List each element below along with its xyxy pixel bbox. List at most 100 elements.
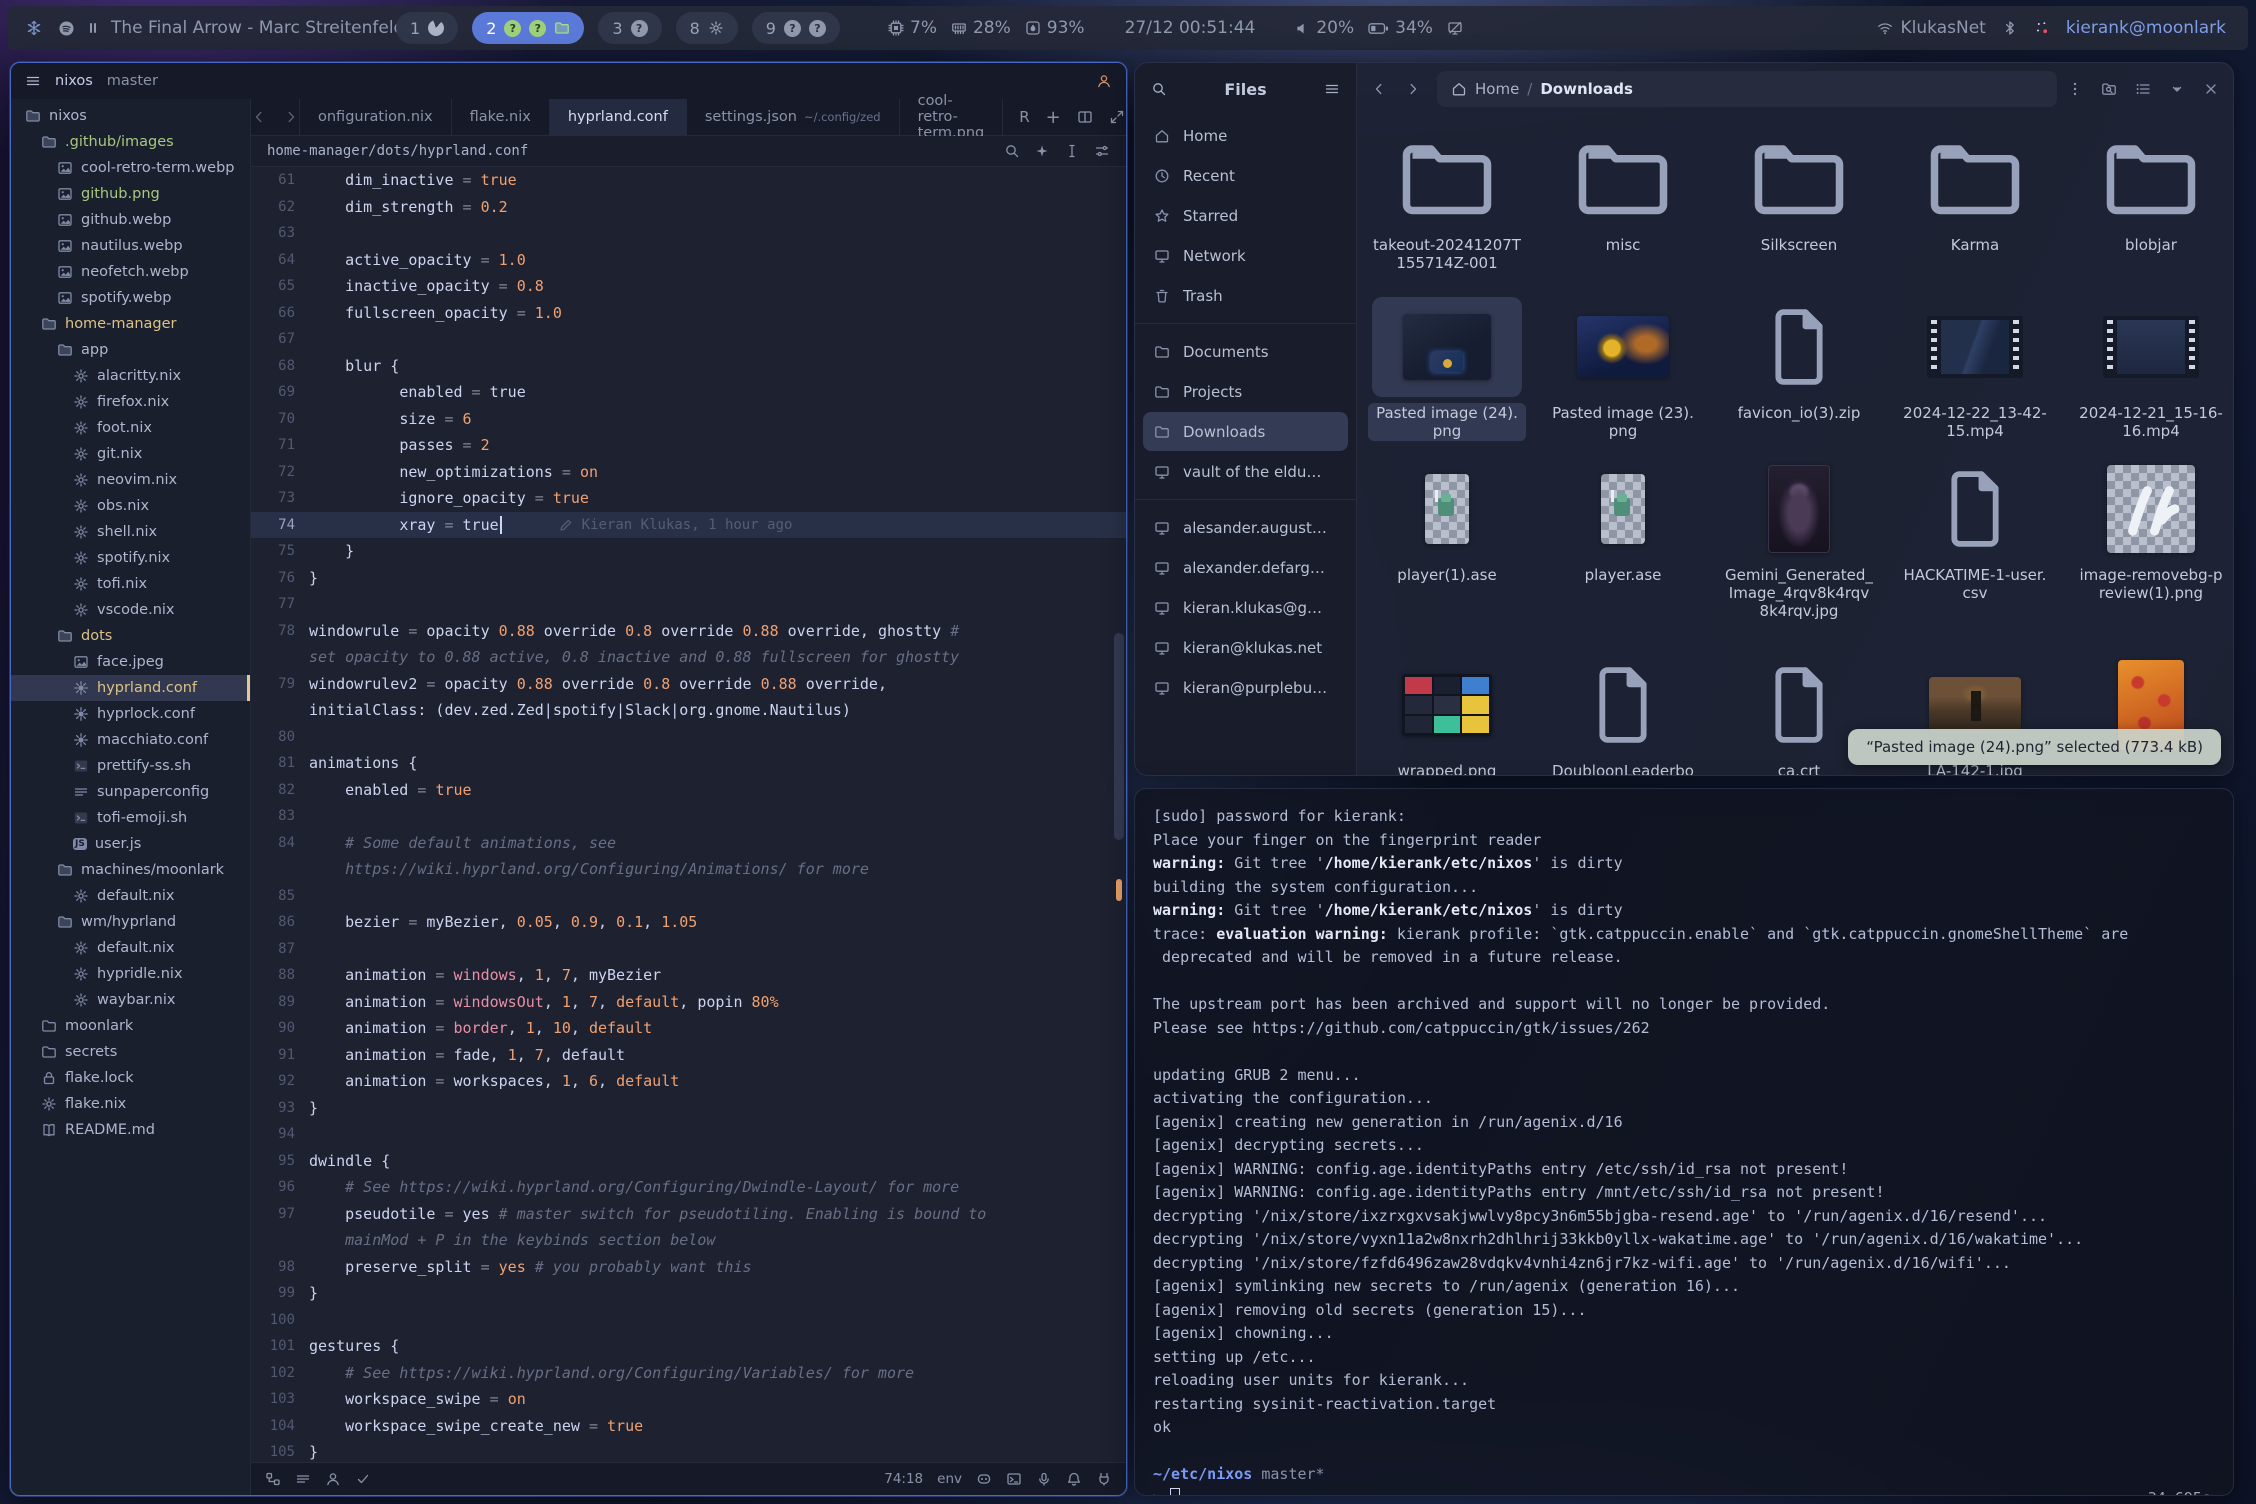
code-line-89[interactable]: 89 animation = windowsOut, 1, 7, default…: [251, 989, 1126, 1016]
editor-tab-onfiguration-nix[interactable]: onfiguration.nix: [300, 99, 452, 135]
tree-item--github-images[interactable]: .github/images: [11, 129, 250, 155]
tree-item-shell-nix[interactable]: shell.nix: [11, 519, 250, 545]
code-line-88[interactable]: 88 animation = windows, 1, 7, myBezier: [251, 962, 1126, 989]
tree-item-tofi-nix[interactable]: tofi.nix: [11, 571, 250, 597]
code-line-wrap[interactable]: https://wiki.hyprland.org/Configuring/An…: [251, 856, 1126, 883]
tree-item-hyprland-conf[interactable]: hyprland.conf: [11, 675, 250, 701]
tree-item-default-nix[interactable]: default.nix: [11, 883, 250, 909]
sidebar-item-starred[interactable]: Starred: [1143, 196, 1348, 235]
sidebar-item-downloads[interactable]: Downloads: [1143, 412, 1348, 451]
tree-item-vscode-nix[interactable]: vscode.nix: [11, 597, 250, 623]
code-line-94[interactable]: 94: [251, 1121, 1126, 1148]
code-line-61[interactable]: 61 dim_inactive = true: [251, 167, 1126, 194]
terminal-icon[interactable]: [1006, 1471, 1022, 1487]
crumb-current[interactable]: Downloads: [1540, 80, 1633, 98]
code-line-77[interactable]: 77: [251, 591, 1126, 618]
copilot-icon[interactable]: [976, 1471, 992, 1487]
tree-item-wm-hyprland[interactable]: wm/hyprland: [11, 909, 250, 935]
code-line-93[interactable]: 93}: [251, 1095, 1126, 1122]
sliders-icon[interactable]: [1094, 143, 1110, 159]
code-line-91[interactable]: 91 animation = fade, 1, 7, default: [251, 1042, 1126, 1069]
code-line-81[interactable]: 81animations {: [251, 750, 1126, 777]
tree-item-prettify-ss-sh[interactable]: prettify-ss.sh: [11, 753, 250, 779]
collab-icon[interactable]: [325, 1471, 341, 1487]
tree-item-moonlark[interactable]: moonlark: [11, 1013, 250, 1039]
file-item-silkscreen[interactable]: Silkscreen: [1711, 121, 1887, 289]
workspace-3[interactable]: 3?: [598, 12, 661, 44]
split-pane-icon[interactable]: [1077, 109, 1093, 125]
media-player-widget[interactable]: The Final Arrow - Marc Streitenfeld: [58, 18, 404, 38]
expand-icon[interactable]: [1109, 109, 1125, 125]
nav-back-icon[interactable]: [251, 109, 267, 125]
terminal-window[interactable]: [sudo] password for kierank:Place your f…: [1134, 788, 2234, 1496]
sidebar-item-home[interactable]: Home: [1143, 116, 1348, 155]
tree-item-face-jpeg[interactable]: face.jpeg: [11, 649, 250, 675]
tree-item-home-manager[interactable]: home-manager: [11, 311, 250, 337]
tree-item-macchiato-conf[interactable]: macchiato.conf: [11, 727, 250, 753]
code-line-92[interactable]: 92 animation = workspaces, 1, 6, default: [251, 1068, 1126, 1095]
kebab-menu-icon[interactable]: [2067, 81, 2083, 97]
sidebar-item-alesander-august-[interactable]: alesander.august…: [1143, 508, 1348, 547]
file-item-image-removebg-preview-1-png[interactable]: image-removebg-preview(1).png: [2063, 451, 2234, 647]
tray-app-icon[interactable]: [2034, 20, 2050, 36]
menu-icon[interactable]: [25, 73, 41, 89]
nixos-logo-icon[interactable]: [26, 20, 42, 36]
tree-item-spotify-nix[interactable]: spotify.nix: [11, 545, 250, 571]
code-line-99[interactable]: 99}: [251, 1280, 1126, 1307]
file-item-misc[interactable]: misc: [1535, 121, 1711, 289]
file-item-wrapped-png[interactable]: wrapped.png: [1359, 647, 1535, 776]
tree-item-nautilus-webp[interactable]: nautilus.webp: [11, 233, 250, 259]
tree-item-cool-retro-term-webp[interactable]: cool-retro-term.webp: [11, 155, 250, 181]
list-view-icon[interactable]: [2135, 81, 2151, 97]
code-line-83[interactable]: 83: [251, 803, 1126, 830]
code-line-74[interactable]: 74 xray = trueKieran Klukas, 1 hour ago: [251, 512, 1126, 539]
sidebar-item-trash[interactable]: Trash: [1143, 276, 1348, 315]
code-line-90[interactable]: 90 animation = border, 1, 10, default: [251, 1015, 1126, 1042]
assistant-icon[interactable]: [1036, 1471, 1052, 1487]
code-line-wrap[interactable]: mainMod + P in the keybinds section belo…: [251, 1227, 1126, 1254]
hamburger-menu-icon[interactable]: [1324, 81, 1340, 97]
tree-item-hypridle-nix[interactable]: hypridle.nix: [11, 961, 250, 987]
network-widget[interactable]: KlukasNet: [1877, 18, 1986, 38]
code-line-85[interactable]: 85: [251, 883, 1126, 910]
tree-item-github-png[interactable]: github.png: [11, 181, 250, 207]
env-label[interactable]: env: [937, 1471, 962, 1487]
tree-item-sunpaperconfig[interactable]: sunpaperconfig: [11, 779, 250, 805]
pause-icon[interactable]: [85, 20, 101, 36]
code-line-98[interactable]: 98 preserve_split = yes # you probably w…: [251, 1254, 1126, 1281]
editor-tab-cool-retro-term-png[interactable]: cool-retro-term.png: [900, 99, 1004, 135]
file-item-favicon-io-3-zip[interactable]: favicon_io(3).zip: [1711, 289, 1887, 451]
tree-item-obs-nix[interactable]: obs.nix: [11, 493, 250, 519]
tree-item-neovim-nix[interactable]: neovim.nix: [11, 467, 250, 493]
code-line-75[interactable]: 75 }: [251, 538, 1126, 565]
workspace-9[interactable]: 9??: [752, 12, 840, 44]
code-line-101[interactable]: 101gestures {: [251, 1333, 1126, 1360]
code-line-wrap[interactable]: set opacity to 0.88 active, 0.8 inactive…: [251, 644, 1126, 671]
code-editor[interactable]: 61 dim_inactive = true62 dim_strength = …: [251, 167, 1126, 1462]
tree-item-app[interactable]: app: [11, 337, 250, 363]
screen-off-icon[interactable]: [1447, 20, 1463, 36]
tree-item-firefox-nix[interactable]: firefox.nix: [11, 389, 250, 415]
volume-widget[interactable]: 20%: [1295, 18, 1354, 38]
path-bar[interactable]: Home / Downloads: [1437, 71, 2057, 107]
code-line-63[interactable]: 63: [251, 220, 1126, 247]
tree-item-tofi-emoji-sh[interactable]: tofi-emoji.sh: [11, 805, 250, 831]
cursor-position[interactable]: 74:18: [884, 1471, 923, 1487]
search-icon[interactable]: [1151, 81, 1167, 97]
file-item-pasted-image-24-png[interactable]: Pasted image (24).png: [1359, 289, 1535, 451]
tree-item-dots[interactable]: dots: [11, 623, 250, 649]
sidebar-item-recent[interactable]: Recent: [1143, 156, 1348, 195]
sidebar-item-documents[interactable]: Documents: [1143, 332, 1348, 371]
editor-tab-flake-nix[interactable]: flake.nix: [452, 99, 550, 135]
extensions-icon[interactable]: [1096, 1471, 1112, 1487]
text-cursor-icon[interactable]: [1064, 143, 1080, 159]
diagram-icon[interactable]: [265, 1471, 281, 1487]
code-line-103[interactable]: 103 workspace_swipe = on: [251, 1386, 1126, 1413]
file-item-hackatime-1-user-csv[interactable]: HACKATIME-1-user.csv: [1887, 451, 2063, 647]
breadcrumb[interactable]: home-manager/dots/hyprland.conf: [267, 143, 528, 159]
code-line-79[interactable]: 79windowrulev2 = opacity 0.88 override 0…: [251, 671, 1126, 698]
search-icon[interactable]: [1004, 143, 1020, 159]
code-line-87[interactable]: 87: [251, 936, 1126, 963]
code-line-102[interactable]: 102 # See https://wiki.hyprland.org/Conf…: [251, 1360, 1126, 1387]
sidebar-item-projects[interactable]: Projects: [1143, 372, 1348, 411]
